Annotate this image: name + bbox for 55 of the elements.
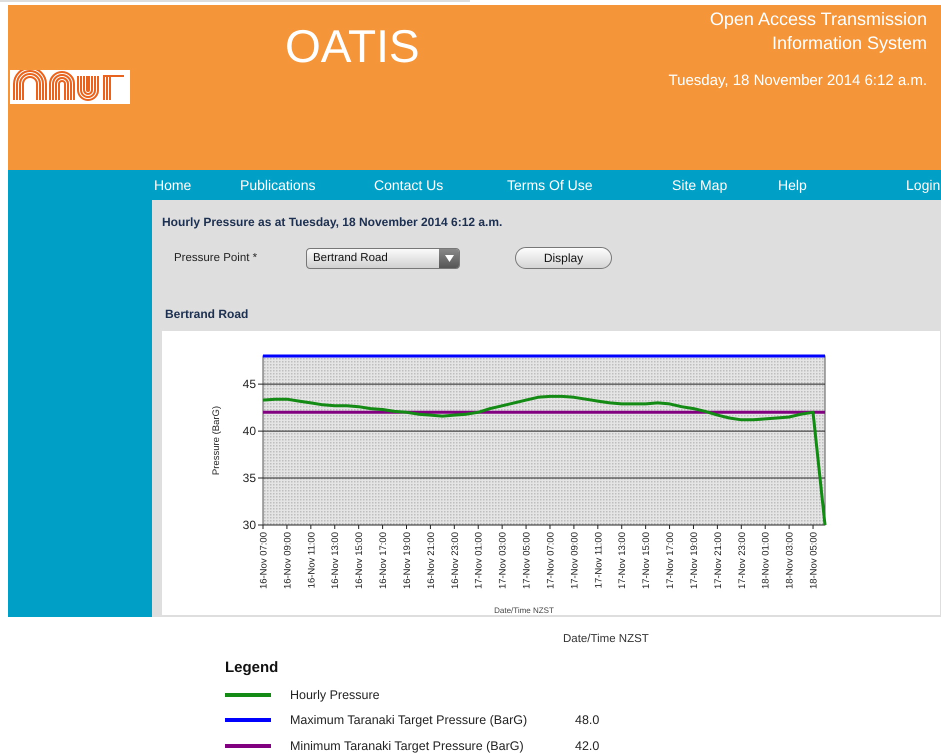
axis-tick-label: 17-Nov 05:00 xyxy=(522,532,533,590)
axis-tick-label: 16-Nov 15:00 xyxy=(354,532,366,590)
page-heading: Hourly Pressure as at Tuesday, 18 November 2014 6:12 a.m. xyxy=(162,215,504,229)
nav-link[interactable]: Terms Of Use xyxy=(507,177,672,193)
site-subtitle: Information System xyxy=(770,32,927,55)
axis-tick-label: 35 xyxy=(242,471,256,486)
axis-tick-label: 17-Nov 21:00 xyxy=(712,532,724,590)
legend-label: Hourly Pressure xyxy=(290,688,381,702)
axis-tick-label: 45 xyxy=(242,377,256,392)
logo-icon xyxy=(10,70,130,104)
pressure-point-dropdown[interactable]: Bertrand Road xyxy=(306,248,460,268)
site-title: OATIS xyxy=(284,19,421,69)
axis-tick-label: 17-Nov 07:00 xyxy=(545,532,556,590)
field-label: Pressure Point * xyxy=(174,252,258,264)
axis-tick-label: 16-Nov 09:00 xyxy=(282,532,294,590)
axis-tick-label: 18-Nov 03:00 xyxy=(784,532,796,590)
axis-tick-label: 30 xyxy=(242,518,256,532)
axis-tick-label: 16-Nov 23:00 xyxy=(450,532,461,590)
axis-tick-label: 17-Nov 19:00 xyxy=(688,532,700,590)
axis-tick-label: 40 xyxy=(242,424,256,438)
caret-icon xyxy=(444,254,454,262)
axis-tick-label: 17-Nov 03:00 xyxy=(498,532,509,590)
axis-tick-label: 17-Nov 15:00 xyxy=(641,532,652,590)
axis-tick-label: 16-Nov 19:00 xyxy=(402,532,413,590)
nav-link[interactable]: Contact Us xyxy=(374,177,507,193)
axis-title: Pressure (BarG) xyxy=(211,406,222,476)
axis-tick-label: 18-Nov 05:00 xyxy=(808,532,820,590)
nav-link[interactable]: Site Map xyxy=(672,177,778,193)
nav-link[interactable]: Help xyxy=(778,177,906,193)
chart-title: Bertrand Road xyxy=(164,307,250,321)
axis-tick-label: 16-Nov 13:00 xyxy=(330,532,342,590)
axis-title: Date/Time NZST xyxy=(494,606,554,615)
nav-link[interactable]: Home xyxy=(154,177,240,193)
legend-value: 42.0 xyxy=(575,738,600,753)
axis-tick-label: 17-Nov 11:00 xyxy=(593,532,604,588)
axis-tick-label: 17-Nov 17:00 xyxy=(665,532,676,590)
nav-link[interactable]: Publications xyxy=(240,177,374,193)
site-subtitle: Open Access Transmission xyxy=(708,8,927,31)
legend-label: Minimum Taranaki Target Pressure (BarG) xyxy=(290,738,525,753)
axis-tick-label: 17-Nov 09:00 xyxy=(569,532,580,590)
axis-tick-label: 17-Nov 23:00 xyxy=(736,532,748,590)
legend-label: Maximum Taranaki Target Pressure (BarG) xyxy=(290,713,528,728)
axis-tick-label: 16-Nov 07:00 xyxy=(258,532,270,590)
axis-tick-label: 16-Nov 11:00 xyxy=(306,532,318,588)
current-date: Tuesday, 18 November 2014 6:12 a.m. xyxy=(668,72,927,89)
legend-title: Legend xyxy=(225,659,280,676)
axis-tick-label: 16-Nov 17:00 xyxy=(378,532,390,590)
axis-caption: Date/Time NZST xyxy=(562,632,650,645)
axis-tick-label: 17-Nov 13:00 xyxy=(617,532,628,590)
nav-link[interactable]: Login xyxy=(906,177,940,193)
axis-tick-label: 17-Nov 01:00 xyxy=(474,532,485,590)
axis-tick-label: 18-Nov 01:00 xyxy=(760,532,772,590)
legend-value: 48.0 xyxy=(575,713,600,728)
axis-tick-label: 16-Nov 21:00 xyxy=(426,532,437,590)
display-button[interactable]: Display xyxy=(515,247,612,269)
